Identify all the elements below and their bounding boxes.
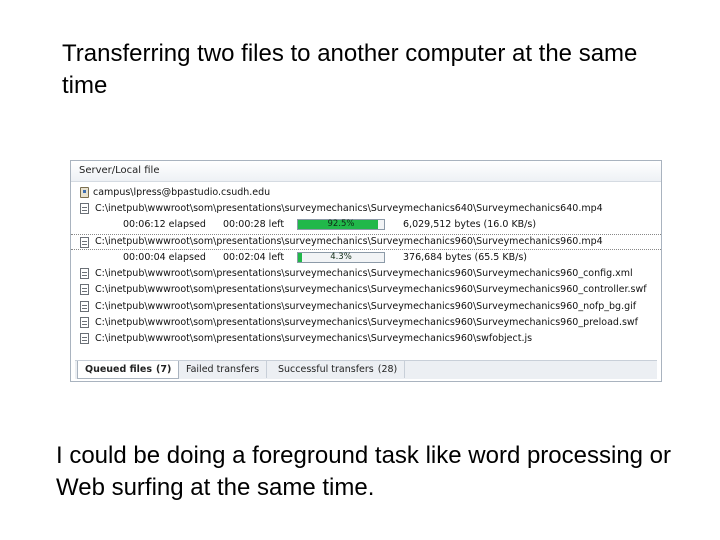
transfer-row[interactable]: C:\inetpub\wwwroot\som\presentations\sur… xyxy=(71,233,661,251)
slide-title: Transferring two files to another comput… xyxy=(62,40,638,99)
tab-count: (28) xyxy=(377,364,398,375)
slide-footer-text: I could be doing a foreground task like … xyxy=(56,442,672,501)
tab-label: Queued files xyxy=(85,364,152,375)
bytes-transferred: 6,029,512 bytes (16.0 KB/s) xyxy=(403,219,537,231)
tab-count: (7) xyxy=(156,364,172,375)
transfer-list: campus\lpress@bpastudio.csudh.edu C:\ine… xyxy=(71,182,661,347)
queued-file-row[interactable]: C:\inetpub\wwwroot\som\presentations\sur… xyxy=(71,331,661,347)
queue-tab-bar: Queued files (7) Failed transfers Success… xyxy=(75,360,657,379)
bytes-transferred: 376,684 bytes (65.5 KB/s) xyxy=(403,252,527,264)
queued-file-row[interactable]: C:\inetpub\wwwroot\som\presentations\sur… xyxy=(71,315,661,331)
file-icon xyxy=(80,300,89,312)
elapsed-time: 00:06:12 elapsed xyxy=(123,219,206,231)
progress-bar: 92.5% xyxy=(297,219,385,231)
server-address: campus\lpress@bpastudio.csudh.edu xyxy=(93,187,271,198)
file-icon xyxy=(80,284,89,296)
tab-successful-transfers[interactable]: Successful transfers (28) xyxy=(271,361,406,378)
tab-label: Successful transfers xyxy=(278,364,374,375)
file-icon xyxy=(80,268,89,280)
queued-file-row[interactable]: C:\inetpub\wwwroot\som\presentations\sur… xyxy=(71,266,661,282)
time-remaining: 00:02:04 left xyxy=(223,252,285,264)
queued-file-path: C:\inetpub\wwwroot\som\presentations\sur… xyxy=(95,268,633,280)
tab-failed-transfers[interactable]: Failed transfers xyxy=(179,361,268,378)
transfer-status-row: 00:06:12 elapsed 00:00:28 left 92.5% 6,0… xyxy=(71,217,661,233)
progress-bar: 4.3% xyxy=(297,252,385,264)
tab-queued-files[interactable]: Queued files (7) xyxy=(77,361,180,379)
transfer-path: C:\inetpub\wwwroot\som\presentations\sur… xyxy=(95,235,603,247)
queued-file-row[interactable]: C:\inetpub\wwwroot\som\presentations\sur… xyxy=(71,299,661,315)
queued-file-path: C:\inetpub\wwwroot\som\presentations\sur… xyxy=(95,333,533,344)
file-icon xyxy=(80,333,89,344)
queued-file-path: C:\inetpub\wwwroot\som\presentations\sur… xyxy=(95,316,639,328)
queued-file-path: C:\inetpub\wwwroot\som\presentations\sur… xyxy=(95,300,637,312)
transfer-path: C:\inetpub\wwwroot\som\presentations\sur… xyxy=(95,203,603,215)
elapsed-time: 00:00:04 elapsed xyxy=(123,252,206,264)
queued-file-path: C:\inetpub\wwwroot\som\presentations\sur… xyxy=(95,284,647,296)
queued-file-row[interactable]: C:\inetpub\wwwroot\som\presentations\sur… xyxy=(71,282,661,298)
progress-percent: 92.5% xyxy=(327,219,355,230)
server-icon xyxy=(80,187,89,198)
file-icon xyxy=(80,316,89,328)
tab-label: Failed transfers xyxy=(186,364,260,375)
column-header-server-local-file[interactable]: Server/Local file xyxy=(71,161,661,182)
file-icon xyxy=(80,236,89,248)
transfer-status-row: 00:00:04 elapsed 00:02:04 left 4.3% 376,… xyxy=(71,250,661,266)
file-icon xyxy=(80,203,89,215)
server-row[interactable]: campus\lpress@bpastudio.csudh.edu xyxy=(71,185,661,201)
time-remaining: 00:00:28 left xyxy=(223,219,285,231)
transfer-queue-window: Server/Local file campus\lpress@bpastudi… xyxy=(70,160,662,382)
transfer-row[interactable]: C:\inetpub\wwwroot\som\presentations\sur… xyxy=(71,201,661,217)
progress-percent: 4.3% xyxy=(330,252,352,263)
